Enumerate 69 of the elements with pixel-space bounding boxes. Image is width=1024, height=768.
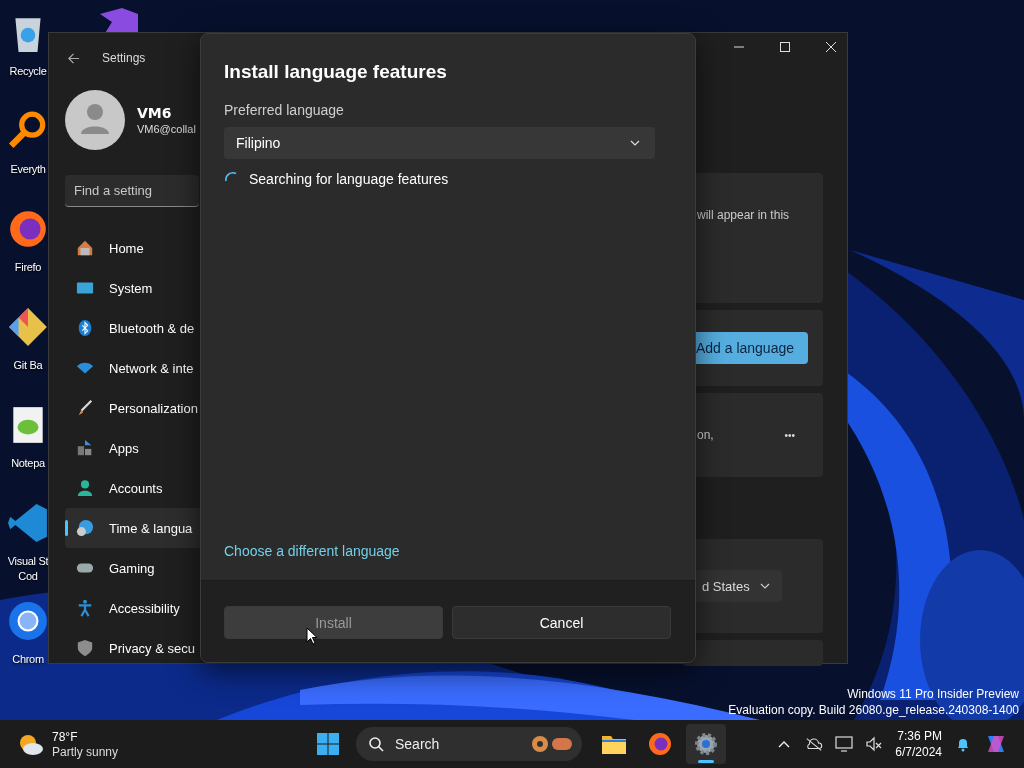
nav-item[interactable]: System — [65, 268, 201, 308]
nav-item[interactable]: Personalization — [65, 388, 201, 428]
window-title: Settings — [102, 51, 146, 65]
chevron-down-icon — [759, 583, 770, 589]
home-icon — [76, 239, 94, 257]
user-name: VM6 — [137, 105, 173, 121]
code-editor-icon[interactable] — [7, 502, 49, 544]
sun-cloud-icon[interactable] — [18, 733, 44, 757]
nav-item[interactable]: Privacy & secu — [65, 628, 201, 668]
more-button[interactable]: ••• — [784, 429, 795, 441]
chevron-down-icon — [630, 140, 640, 146]
close-icon[interactable] — [825, 41, 837, 53]
gear-icon — [693, 731, 719, 757]
search-icon — [368, 736, 384, 752]
clock-time: 7:36 PM — [897, 728, 942, 744]
desktop-icon-label: Notepa — [11, 456, 45, 471]
desktop-icon-label: Cod — [18, 569, 38, 584]
field-label: Preferred language — [224, 102, 344, 118]
cancel-button[interactable]: Cancel — [452, 606, 671, 639]
card-text: will appear in this — [697, 208, 790, 222]
nav-item[interactable]: Gaming — [65, 548, 201, 588]
cloud-offline-icon[interactable] — [805, 736, 824, 752]
avatar-icon — [65, 90, 125, 150]
card-text: on, — [697, 428, 714, 442]
desktop-icon-label: Everyth — [10, 162, 46, 177]
nav-item[interactable]: Home — [65, 228, 201, 268]
accessibility-icon — [76, 599, 94, 617]
maximize-icon[interactable] — [779, 41, 791, 53]
chrome-icon[interactable] — [7, 600, 49, 642]
back-arrow-icon[interactable] — [67, 51, 80, 65]
nav-item[interactable]: Bluetooth & de — [65, 308, 201, 348]
nav-item[interactable]: Apps — [65, 428, 201, 468]
desktop-icon-label: Firefo — [14, 260, 42, 275]
settings-button[interactable] — [686, 724, 726, 764]
nav-item[interactable]: Network & inte — [65, 348, 201, 388]
weather-condition: Partly sunny — [52, 745, 119, 760]
donut-icon — [530, 734, 574, 754]
dialog-title: Install language features — [224, 61, 447, 83]
git-icon[interactable] — [7, 306, 49, 348]
watermark-text: Windows 11 Pro Insider Preview — [847, 686, 1019, 702]
start-icon[interactable] — [316, 732, 340, 756]
desktop-icon-label: Recycle — [9, 64, 47, 79]
taskbar-search-bar[interactable]: Search — [356, 727, 582, 761]
taskbar-search-field[interactable]: Search — [393, 735, 521, 753]
desktop-icon-label: Visual St — [7, 554, 49, 569]
status-text: Searching for language features — [249, 171, 449, 187]
nav-item[interactable]: Accounts — [65, 468, 201, 508]
apps-icon — [76, 439, 94, 457]
monitor-icon[interactable] — [835, 736, 854, 752]
clock-date: 6/7/2024 — [895, 744, 942, 760]
desktop-icon-label: Chrom — [12, 652, 44, 667]
user-email: VM6@collal — [137, 123, 196, 135]
privacy-icon — [76, 639, 94, 657]
time-icon — [76, 519, 94, 537]
nav-item[interactable]: Accessibility — [65, 588, 201, 628]
desktop-icon-label: Git Ba — [13, 358, 43, 373]
accounts-icon — [76, 479, 94, 497]
language-dropdown[interactable]: Filipino — [224, 127, 655, 159]
mouse-cursor-icon — [306, 627, 318, 645]
firefox-icon — [647, 731, 673, 757]
nav-item[interactable]: Time & langua — [65, 508, 201, 548]
firefox-icon[interactable] — [7, 208, 49, 250]
brush-icon — [76, 399, 94, 417]
choose-language-link[interactable]: Choose a different language — [224, 543, 400, 559]
find-setting-field[interactable]: Find a setting — [65, 175, 199, 207]
watermark-text: Evaluation copy. Build 26080.ge_release.240308-1400 — [728, 702, 1019, 718]
bluetooth-icon — [76, 319, 94, 337]
temperature: 78°F — [52, 730, 79, 745]
speaker-muted-icon[interactable] — [865, 736, 884, 752]
